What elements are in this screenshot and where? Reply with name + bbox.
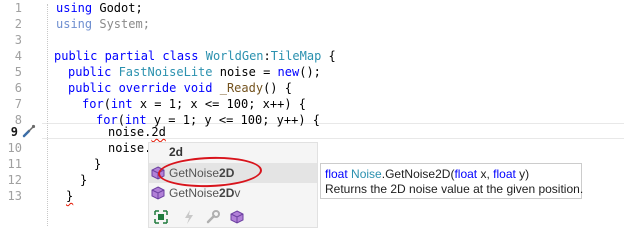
keyword: public override void xyxy=(68,81,220,95)
line-number-current: 9 xyxy=(10,125,18,139)
line-number: 13 xyxy=(7,189,22,203)
code-text: { xyxy=(321,49,336,63)
code-line-5: public FastNoiseLite noise = new(); xyxy=(68,64,321,80)
error-squiggle-text: } xyxy=(66,189,74,203)
code-line-12: } xyxy=(80,172,87,188)
line-number: 3 xyxy=(14,33,22,47)
line-number: 5 xyxy=(14,65,22,79)
completion-popup: 2d GetNoise2D GetNoise2Dv xyxy=(148,142,318,228)
code-line-11: } xyxy=(94,156,101,172)
event-filter-icon[interactable] xyxy=(181,209,197,225)
expand-filter-icon[interactable] xyxy=(153,209,169,225)
line-number: 2 xyxy=(14,17,22,31)
line-number: 1 xyxy=(14,1,22,15)
code-text: noise. xyxy=(108,125,152,139)
code-text: ( xyxy=(103,97,111,111)
code-text: noise = xyxy=(212,65,278,79)
keyword: public partial class xyxy=(54,49,206,63)
method-description: Returns the 2D noise value at the given … xyxy=(325,182,584,196)
keyword: for xyxy=(82,97,104,111)
indent-guide xyxy=(47,4,48,226)
keyword: int xyxy=(110,97,133,111)
method-cube-icon xyxy=(151,186,165,200)
code-line-7: for(int x = 1; x <= 100; x++) { xyxy=(82,96,306,112)
signature-tooltip: float Noise.GetNoise2D(float x, float y)… xyxy=(320,163,584,199)
item-match: 2D xyxy=(219,186,235,200)
keyword: public xyxy=(68,65,119,79)
code-text: } xyxy=(94,157,102,171)
line-number: 12 xyxy=(7,173,22,187)
method-name: _Ready xyxy=(219,81,264,95)
param-name: y xyxy=(515,167,526,181)
error-squiggle-text: 2d xyxy=(151,125,166,139)
code-line-13: } xyxy=(66,188,73,204)
property-wrench-filter-icon[interactable] xyxy=(205,209,221,225)
line-number: 11 xyxy=(7,157,22,171)
param-type: float xyxy=(493,167,516,181)
code-text: Godot; xyxy=(92,1,143,15)
item-prefix: GetNoise xyxy=(169,186,220,200)
code-line-6: public override void _Ready() { xyxy=(68,80,292,96)
code-line-9: noise.2d xyxy=(108,124,166,140)
code-text: : xyxy=(263,49,271,63)
line-number: 6 xyxy=(14,81,22,95)
line-number: 10 xyxy=(7,141,22,155)
sig-text: ) xyxy=(525,167,530,181)
completion-filter-text: 2d xyxy=(169,145,184,159)
line-number: 4 xyxy=(14,49,22,63)
return-type: float xyxy=(325,167,348,181)
code-text: () { xyxy=(263,81,292,95)
method-filter-cube-icon[interactable] xyxy=(229,209,245,225)
code-line-1: using Godot; xyxy=(56,0,143,16)
line-number-gutter: 1 2 3 4 5 6 7 8 9 10 11 12 13 xyxy=(0,0,42,244)
code-text: System; xyxy=(92,17,150,31)
code-text: x = 1; x <= 100; x++) { xyxy=(132,97,306,111)
quick-action-screwdriver-icon[interactable] xyxy=(22,124,36,138)
keyword: new xyxy=(277,65,300,79)
class-name: Noise xyxy=(351,167,382,181)
base-class: TileMap xyxy=(270,49,322,63)
completion-item-getnoise2dv[interactable]: GetNoise2Dv xyxy=(149,183,317,203)
code-line-2: using System; xyxy=(56,16,150,32)
type-name: FastNoiseLite xyxy=(118,65,213,79)
param-name: x, xyxy=(477,167,494,181)
keyword: using xyxy=(56,1,93,15)
code-text: (); xyxy=(299,65,321,79)
code-line-4: public partial class WorldGen:TileMap { xyxy=(54,48,336,64)
class-name: WorldGen xyxy=(205,49,264,63)
keyword: using xyxy=(56,17,93,31)
code-line-10: noise. xyxy=(108,140,151,156)
method-signature: float Noise.GetNoise2D(float x, float y) xyxy=(325,167,577,182)
line-number: 7 xyxy=(14,97,22,111)
code-text: y = 1; y <= 100; y++) { xyxy=(146,113,320,127)
code-text: } xyxy=(80,173,88,187)
method-name: GetNoise2D xyxy=(385,167,451,181)
param-type: float xyxy=(454,167,478,181)
item-suffix: v xyxy=(234,186,241,200)
code-text: noise. xyxy=(108,141,152,155)
